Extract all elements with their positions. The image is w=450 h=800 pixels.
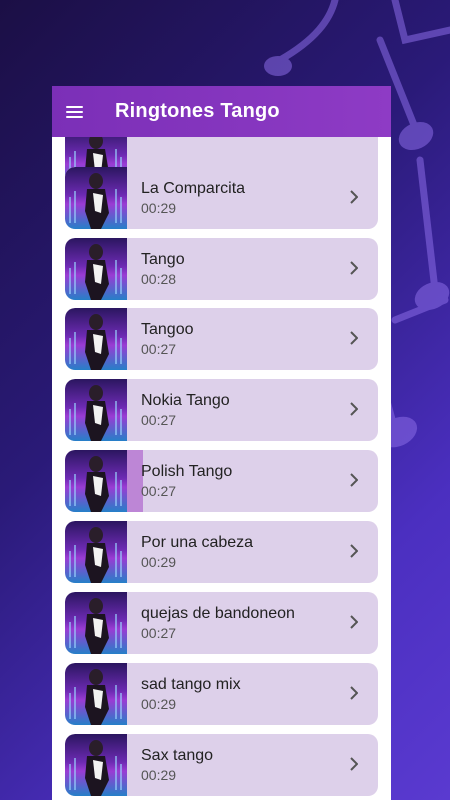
- ringtone-name: Por una cabeza: [141, 534, 254, 551]
- ringtone-name: Tangoo: [141, 321, 194, 338]
- chevron-right-icon[interactable]: [350, 331, 359, 345]
- ringtone-name: Sax tango: [141, 747, 214, 764]
- ringtone-item[interactable]: La Comparcita 00:29: [65, 167, 378, 229]
- ringtone-name: Nokia Tango: [141, 392, 230, 409]
- ringtone-duration: 00:29: [141, 200, 177, 216]
- chevron-right-icon[interactable]: [350, 615, 359, 629]
- ringtone-item[interactable]: quejas de bandoneon 00:27: [65, 592, 378, 654]
- app-bar: Ringtones Tango: [52, 86, 391, 137]
- tango-dancers-thumbnail: [65, 238, 127, 300]
- tango-dancers-thumbnail: [65, 663, 127, 725]
- ringtone-panel: 00:19La Comparcita00:29Tango00:28Tangoo0…: [52, 86, 391, 800]
- tango-dancers-thumbnail: [65, 521, 127, 583]
- ringtone-item[interactable]: Sax tango 00:29: [65, 734, 378, 796]
- ringtone-duration: 00:27: [141, 625, 177, 641]
- ringtone-duration: 00:29: [141, 767, 177, 783]
- chevron-right-icon[interactable]: [350, 544, 359, 558]
- tango-dancers-thumbnail: [65, 450, 127, 512]
- ringtone-item[interactable]: Polish Tango 00:27: [65, 450, 378, 512]
- chevron-right-icon[interactable]: [350, 473, 359, 487]
- tango-dancers-thumbnail: [65, 734, 127, 796]
- ringtone-duration: 00:27: [141, 341, 177, 357]
- ringtone-duration: 00:27: [141, 483, 177, 499]
- tango-dancers-thumbnail: [65, 592, 127, 654]
- ringtone-name: Tango: [141, 251, 185, 268]
- ringtone-name: sad tango mix: [141, 676, 241, 693]
- ringtone-item[interactable]: Nokia Tango 00:27: [65, 379, 378, 441]
- ringtone-duration: 00:29: [141, 554, 177, 570]
- tango-dancers-thumbnail: [65, 167, 127, 229]
- ringtone-name: quejas de bandoneon: [141, 605, 295, 622]
- chevron-right-icon[interactable]: [350, 261, 359, 275]
- ringtone-name: La Comparcita: [141, 180, 246, 197]
- chevron-right-icon[interactable]: [350, 190, 359, 204]
- ringtone-duration: 00:28: [141, 271, 177, 287]
- ringtone-item[interactable]: Tango 00:28: [65, 238, 378, 300]
- ringtone-duration: 00:27: [141, 412, 177, 428]
- tango-dancers-thumbnail: [65, 308, 127, 370]
- ringtone-item[interactable]: Tangoo 00:27: [65, 308, 378, 370]
- ringtone-name: Polish Tango: [141, 463, 233, 480]
- chevron-right-icon[interactable]: [350, 686, 359, 700]
- page-title: Ringtones Tango: [115, 100, 280, 122]
- ringtone-item[interactable]: sad tango mix 00:29: [65, 663, 378, 725]
- ringtone-duration: 00:29: [141, 696, 177, 712]
- chevron-right-icon[interactable]: [350, 757, 359, 771]
- ringtone-item[interactable]: Por una cabeza 00:29: [65, 521, 378, 583]
- chevron-right-icon[interactable]: [350, 402, 359, 416]
- hamburger-menu-icon[interactable]: [66, 100, 90, 124]
- tango-dancers-thumbnail: [65, 379, 127, 441]
